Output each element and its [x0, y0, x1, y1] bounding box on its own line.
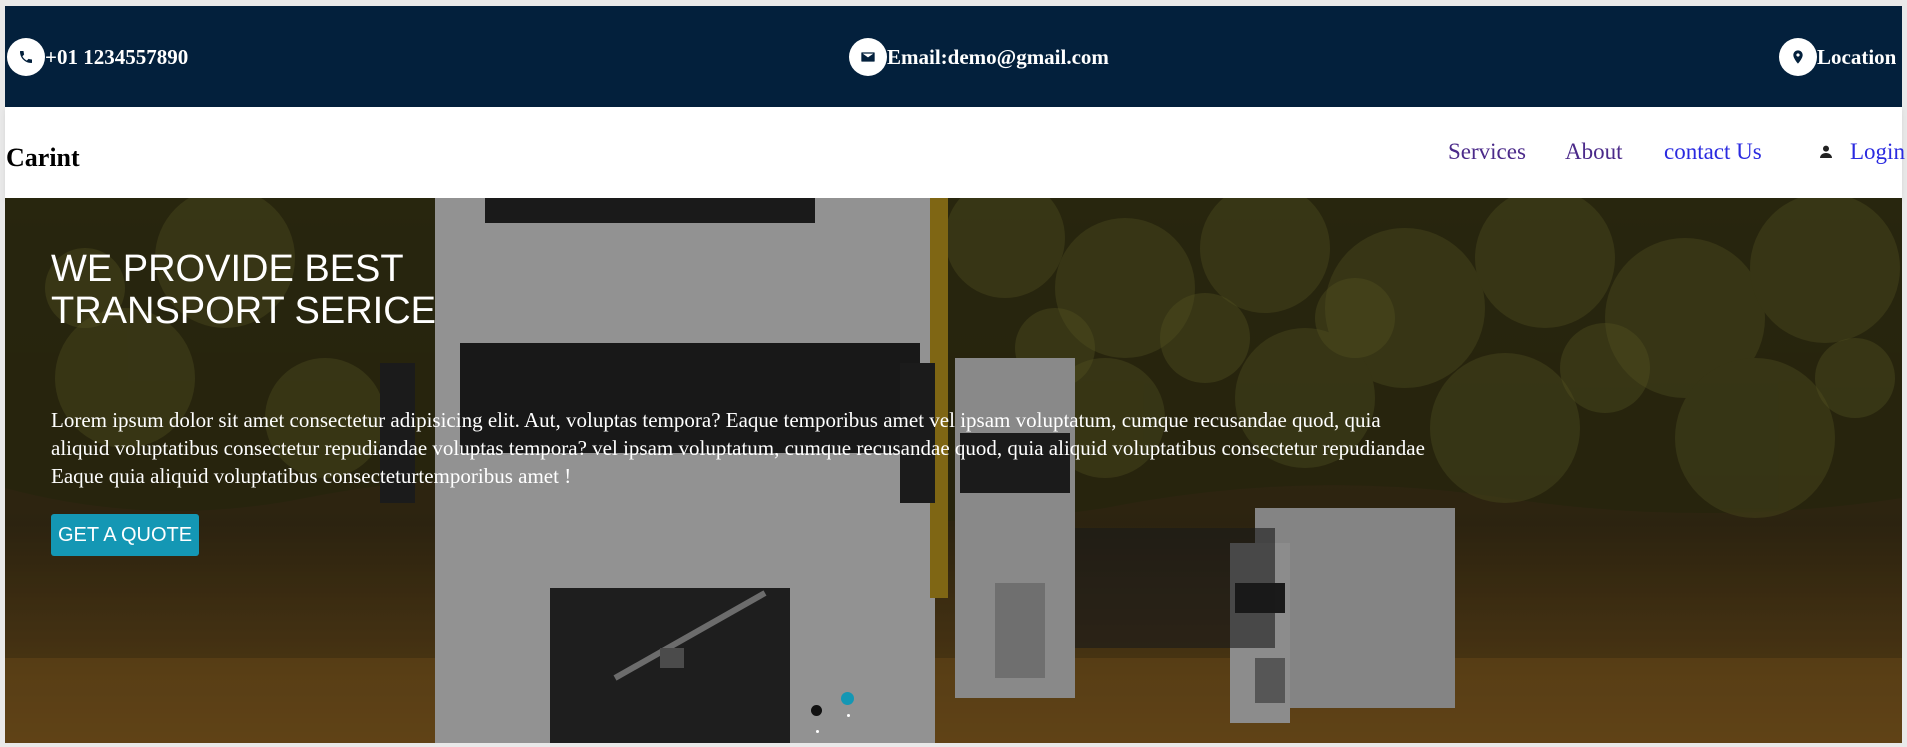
contact-phone[interactable]: +01 1234557890 — [7, 38, 188, 76]
nav-link-contact[interactable]: contact Us — [1664, 139, 1762, 165]
brand-logo[interactable]: Carint — [6, 143, 80, 173]
carousel-dot-2-active[interactable] — [841, 692, 854, 705]
login-label: Login — [1850, 139, 1905, 164]
phone-number: +01 1234557890 — [45, 44, 189, 69]
email-address: Email:demo@gmail.com — [887, 44, 1109, 69]
carousel-marker-2 — [847, 714, 850, 717]
user-icon — [1820, 145, 1832, 158]
carousel-dot-1[interactable] — [811, 705, 822, 716]
contact-location[interactable]: Location — [1779, 38, 1896, 76]
map-pin-icon — [1779, 38, 1817, 76]
page: +01 1234557890 Email:demo@gmail.com Loca… — [5, 6, 1905, 743]
nav-link-about[interactable]: About — [1565, 139, 1623, 165]
contact-email[interactable]: Email:demo@gmail.com — [849, 38, 1109, 76]
carousel-marker-1 — [816, 730, 819, 733]
login-link[interactable]: Login — [1818, 139, 1905, 165]
contact-bar: +01 1234557890 Email:demo@gmail.com Loca… — [5, 6, 1902, 107]
nav-link-services[interactable]: Services — [1448, 139, 1526, 165]
phone-icon — [7, 38, 45, 76]
navbar: Carint Services About contact Us Login — [5, 107, 1905, 198]
hero-title: WE PROVIDE BEST TRANSPORT SERICE — [51, 248, 437, 332]
envelope-icon — [849, 38, 887, 76]
hero-description: Lorem ipsum dolor sit amet consectetur a… — [51, 408, 1425, 488]
get-a-quote-button[interactable]: GET A QUOTE — [51, 514, 200, 556]
location-label: Location — [1817, 44, 1897, 69]
hero-banner: WE PROVIDE BEST TRANSPORT SERICE Lorem i… — [5, 198, 1902, 743]
